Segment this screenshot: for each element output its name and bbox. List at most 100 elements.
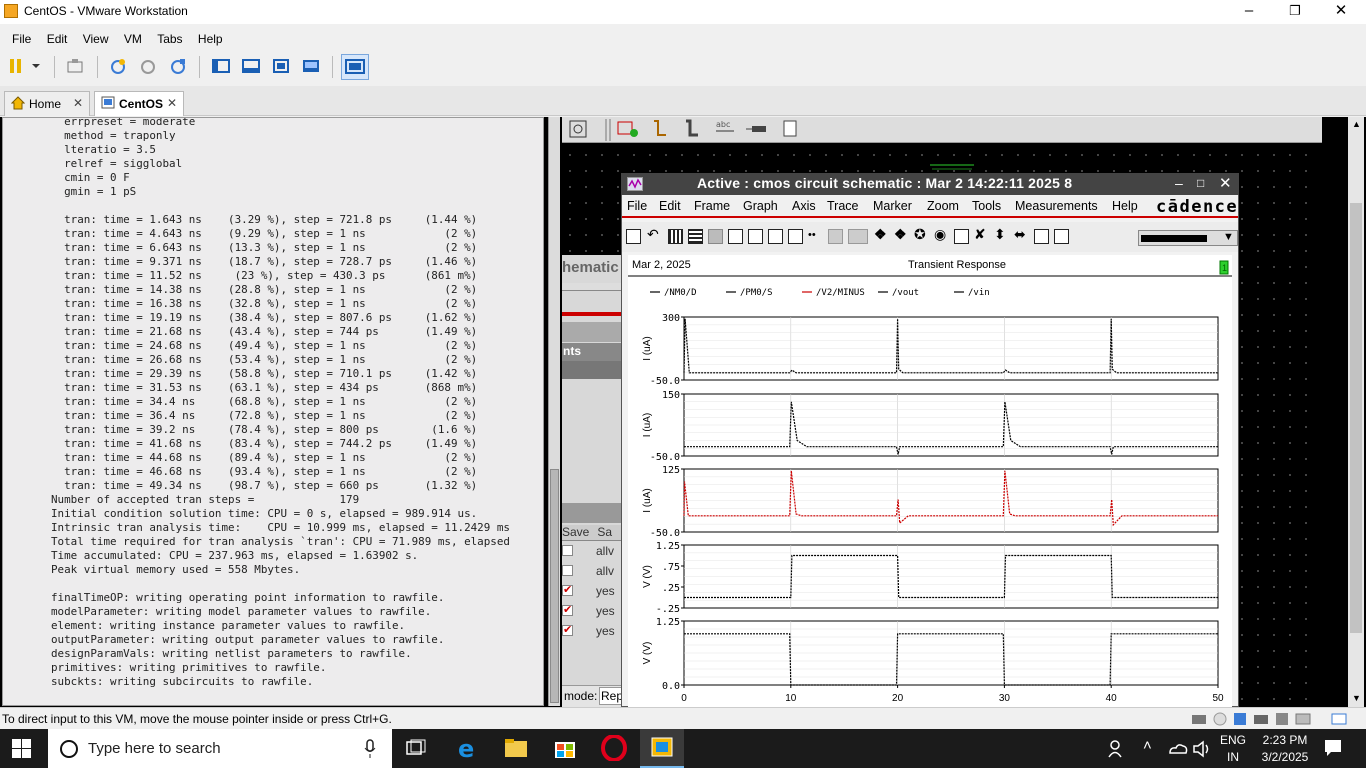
- onedrive-network-icon[interactable]: [1168, 741, 1188, 760]
- volume-icon[interactable]: [1192, 739, 1212, 762]
- undo-icon[interactable]: ↶: [647, 226, 662, 242]
- tab-home[interactable]: Home ✕: [4, 91, 90, 116]
- windows-start-icon[interactable]: [12, 739, 32, 762]
- people-icon[interactable]: [1108, 739, 1128, 762]
- menu-file[interactable]: File: [6, 28, 37, 50]
- target-icon[interactable]: ◉: [934, 226, 949, 242]
- vm-vertical-scrollbar[interactable]: ▲ ▼: [1348, 117, 1364, 707]
- menu-view[interactable]: View: [77, 28, 115, 50]
- wave-menu-marker[interactable]: Marker: [873, 199, 912, 213]
- calculator-icon[interactable]: [954, 229, 969, 244]
- snapshot-icon[interactable]: [109, 58, 127, 74]
- zoom-box-icon[interactable]: ❖: [874, 226, 889, 242]
- save-checkbox[interactable]: ✔: [562, 625, 573, 636]
- wave-menu-frame[interactable]: Frame: [694, 199, 730, 213]
- wave-menu-tools[interactable]: Tools: [972, 199, 1001, 213]
- clock[interactable]: 2:23 PM 3/2/2025: [1254, 733, 1316, 764]
- stack-icon[interactable]: [828, 229, 843, 244]
- reset-zoom-icon[interactable]: [1054, 229, 1069, 244]
- console-line: gmin = 1 pS: [64, 185, 137, 198]
- crosshair-icon[interactable]: ✘: [974, 226, 989, 242]
- scrollbar-thumb[interactable]: [1350, 203, 1362, 633]
- taskbar-search-box[interactable]: Type here to search: [48, 729, 392, 768]
- zoom-x-icon[interactable]: ❖: [894, 226, 909, 242]
- file-explorer-icon[interactable]: [504, 737, 528, 762]
- language-indicator[interactable]: ENG IN: [1220, 733, 1246, 764]
- pause-icon[interactable]: [8, 58, 24, 74]
- close-icon[interactable]: ✕: [1219, 174, 1232, 192]
- save-checkbox[interactable]: [562, 565, 573, 576]
- scroll-up-icon[interactable]: ▲: [1352, 119, 1361, 129]
- store-icon[interactable]: [553, 736, 577, 763]
- console-scrollbar[interactable]: [548, 117, 560, 706]
- send-ctrl-alt-del-icon[interactable]: [66, 58, 84, 74]
- wave-menu-edit[interactable]: Edit: [659, 199, 681, 213]
- console-view-icon[interactable]: [341, 54, 369, 80]
- revert-snapshot-icon[interactable]: [139, 58, 157, 74]
- wave-menu-graph[interactable]: Graph: [743, 199, 778, 213]
- new-window-icon[interactable]: [748, 229, 763, 244]
- wave-menu-axis[interactable]: Axis: [792, 199, 816, 213]
- outputs-header: nts: [562, 343, 622, 361]
- grid-icon[interactable]: [668, 229, 683, 244]
- simulation-log-console[interactable]: errpreset = moderate method = traponly l…: [2, 117, 544, 706]
- waveform-window-title: Active : cmos circuit schematic : Mar 2 …: [697, 175, 1073, 191]
- close-icon[interactable]: ✕: [1318, 0, 1364, 24]
- library-view-icon[interactable]: [212, 58, 230, 74]
- save-checkbox[interactable]: ✔: [562, 605, 573, 616]
- menu-tabs[interactable]: Tabs: [151, 28, 188, 50]
- chevron-up-icon[interactable]: ˄: [1143, 737, 1152, 754]
- new-subwindow-icon[interactable]: [728, 229, 743, 244]
- pan-up-icon[interactable]: ⬍: [994, 226, 1009, 242]
- menu-edit[interactable]: Edit: [41, 28, 74, 50]
- minimize-icon[interactable]: –: [1175, 175, 1183, 191]
- mode-select[interactable]: Rep: [599, 687, 622, 705]
- pan-left-icon[interactable]: ⬌: [1014, 226, 1029, 242]
- y-axis-label: V (V): [642, 642, 653, 665]
- save-checkbox[interactable]: [562, 545, 573, 556]
- task-view-icon[interactable]: [405, 739, 427, 762]
- wave-menu-trace[interactable]: Trace: [827, 199, 859, 213]
- fit-icon[interactable]: [1034, 229, 1049, 244]
- unity-icon[interactable]: [302, 58, 320, 74]
- table-icon[interactable]: [848, 229, 868, 244]
- menu-help[interactable]: Help: [192, 28, 229, 50]
- trace-color-dropdown[interactable]: ▼: [1138, 230, 1238, 246]
- wave-menu-help[interactable]: Help: [1112, 199, 1138, 213]
- action-center-icon[interactable]: [1324, 739, 1342, 760]
- chevron-down-icon[interactable]: [31, 58, 41, 74]
- wave-menu-file[interactable]: File: [627, 199, 647, 213]
- minimize-icon[interactable]: –: [1226, 0, 1272, 24]
- new-graph-icon[interactable]: [768, 229, 783, 244]
- opera-browser-icon[interactable]: [601, 734, 627, 764]
- wave-menu-zoom[interactable]: Zoom: [927, 199, 959, 213]
- maximize-icon[interactable]: □: [1197, 176, 1204, 190]
- save-checkbox[interactable]: ✔: [562, 585, 573, 596]
- split-icon[interactable]: [708, 229, 723, 244]
- strip-icon[interactable]: [688, 229, 703, 244]
- vmware-taskbar-button[interactable]: [640, 729, 684, 768]
- scroll-down-icon[interactable]: ▼: [1352, 693, 1361, 703]
- plot-badge-label: 1: [1222, 263, 1227, 273]
- console-line: tran: time = 9.371 ns (18.7 %), step = 7…: [64, 255, 478, 268]
- print-icon[interactable]: [626, 229, 641, 244]
- delete-graph-icon[interactable]: [788, 229, 803, 244]
- menu-vm[interactable]: VM: [118, 28, 148, 50]
- zoom-y-icon[interactable]: ✪: [914, 226, 929, 242]
- console-line: tran: time = 26.68 ns (53.4 %), step = 1…: [64, 353, 478, 366]
- legend-entry: /PM0/S: [740, 288, 773, 298]
- waveform-plot-area[interactable]: Mar 2, 2025 Transient Response 1/NM0/D/PM0…: [628, 255, 1232, 707]
- maximize-icon[interactable]: ❐: [1272, 0, 1318, 24]
- tab-centos[interactable]: CentOS ✕: [94, 91, 184, 116]
- scrollbar-thumb[interactable]: [550, 469, 559, 703]
- microphone-icon[interactable]: [364, 739, 376, 762]
- full-screen-icon[interactable]: [272, 58, 290, 74]
- thumbnail-view-icon[interactable]: [242, 58, 260, 74]
- close-tab-icon[interactable]: ✕: [167, 96, 177, 110]
- edge-browser-icon[interactable]: e: [456, 735, 480, 763]
- vmware-tab-strip: Home ✕ CentOS ✕: [0, 86, 1366, 116]
- snapshot-manager-icon[interactable]: [169, 58, 187, 74]
- close-tab-icon[interactable]: ✕: [73, 96, 83, 110]
- wave-menu-measurements[interactable]: Measurements: [1015, 199, 1098, 213]
- marker-icon[interactable]: ••: [808, 229, 823, 244]
